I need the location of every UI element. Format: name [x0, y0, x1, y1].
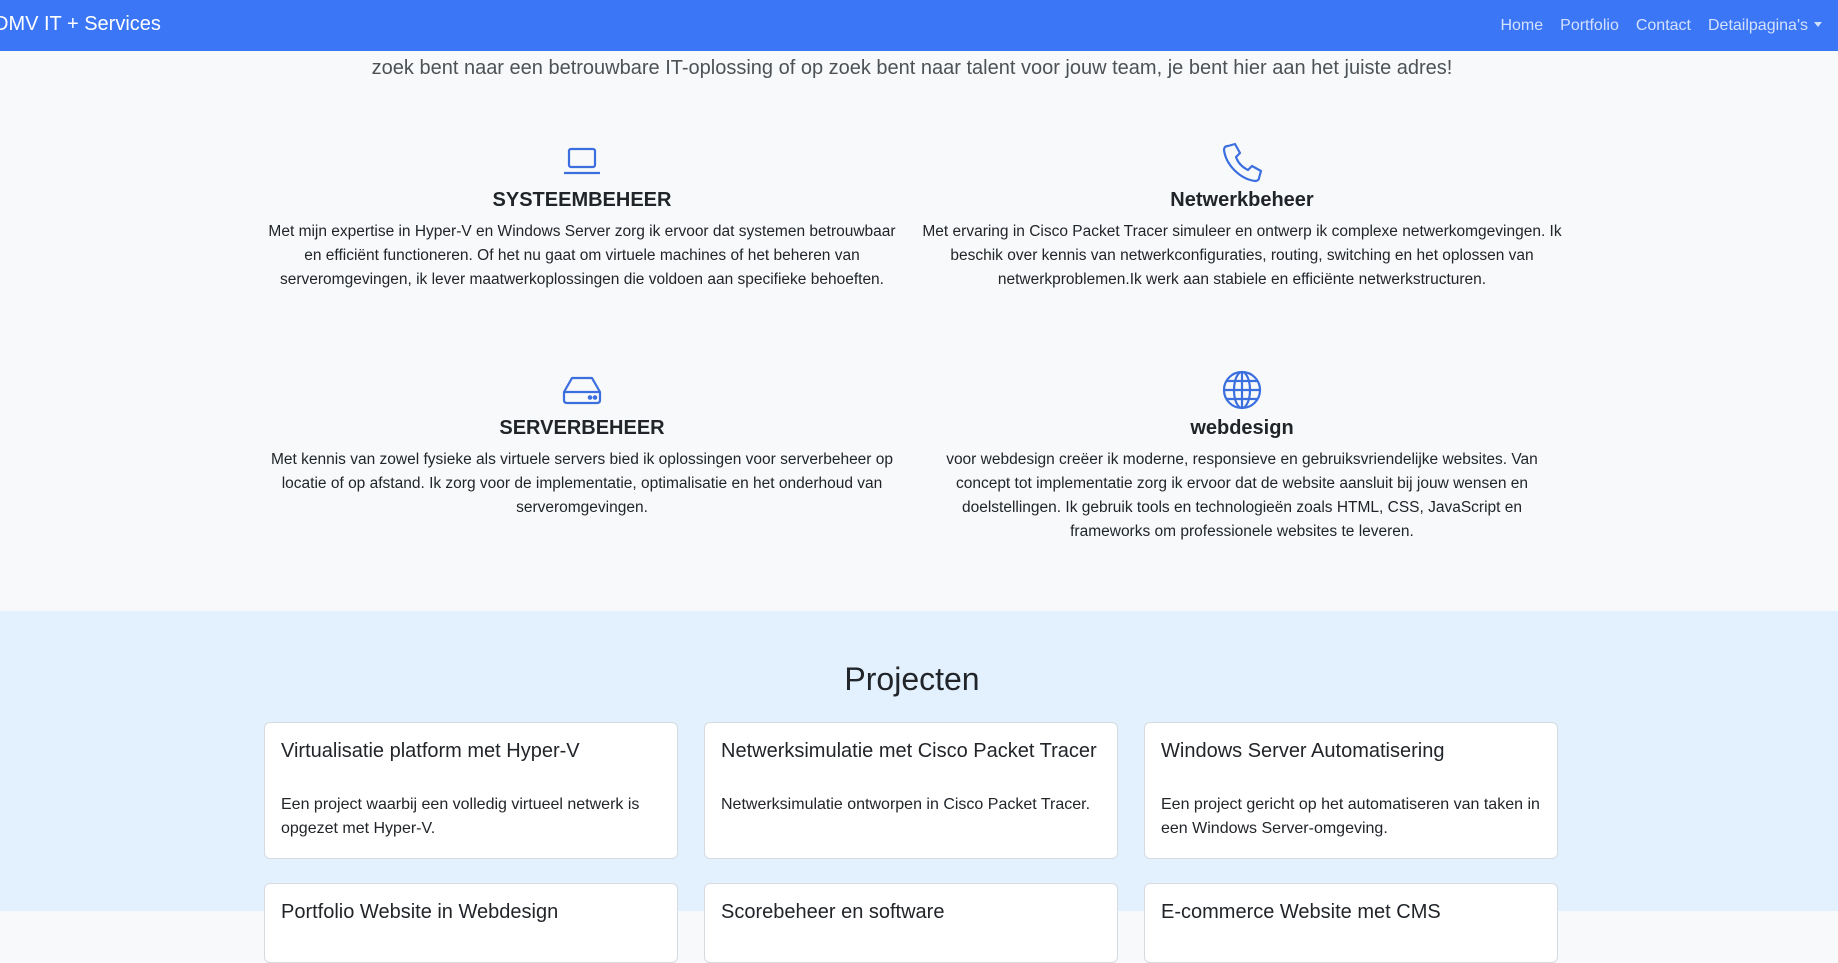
navbar: DMV IT + Services Home Portfolio Contact… [0, 0, 1838, 51]
nav-link-home[interactable]: Home [1500, 17, 1543, 35]
service-description: Met ervaring in Cisco Packet Tracer simu… [922, 223, 1562, 288]
nav-dropdown-detailpaginas[interactable]: Detailpagina's [1708, 17, 1822, 35]
service-netwerkbeheer: Netwerkbeheer Met ervaring in Cisco Pack… [922, 140, 1562, 292]
intro-text: zoek bent naar een betrouwbare IT-oploss… [371, 57, 1453, 79]
globe-icon [1222, 370, 1262, 410]
phone-icon [1222, 142, 1263, 183]
service-serverbeheer: SERVERBEHEER Met kennis van zowel fysiek… [262, 368, 902, 520]
service-title: SERVERBEHEER [499, 417, 665, 439]
nav-dropdown-label: Detailpagina's [1707, 16, 1808, 34]
project-card[interactable]: Windows Server Automatisering Een projec… [1144, 722, 1558, 859]
project-card-text: Een project waarbij een volledig virtuee… [281, 796, 640, 837]
service-description: Met mijn expertise in Hyper-V en Windows… [268, 223, 896, 288]
service-description: voor webdesign creëer ik moderne, respon… [946, 451, 1538, 540]
nav-links: Home Portfolio Contact Detailpagina's [1500, 0, 1822, 51]
projects-section: Projecten Virtualisatie platform met Hyp… [0, 611, 1838, 963]
project-card-title: Portfolio Website in Webdesign [281, 901, 559, 923]
projects-heading: Projecten [844, 661, 980, 697]
service-webdesign: webdesign voor webdesign creëer ik moder… [922, 368, 1562, 544]
service-description: Met kennis van zowel fysieke als virtuel… [270, 451, 894, 516]
project-card[interactable]: Scorebeheer en software [704, 883, 1118, 963]
project-card-title: Virtualisatie platform met Hyper-V [281, 740, 580, 762]
caret-down-icon [1814, 21, 1822, 27]
project-card[interactable]: Virtualisatie platform met Hyper-V Een p… [264, 722, 678, 859]
project-card-title: E-commerce Website met CMS [1161, 901, 1441, 923]
project-card[interactable]: E-commerce Website met CMS [1144, 883, 1558, 963]
project-card-title: Netwerksimulatie met Cisco Packet Tracer [721, 740, 1097, 762]
service-title: webdesign [1190, 417, 1294, 439]
project-card[interactable]: Netwerksimulatie met Cisco Packet Tracer… [704, 722, 1118, 859]
project-card-title: Windows Server Automatisering [1161, 740, 1445, 762]
brand-logo-text[interactable]: DMV IT + Services [0, 12, 161, 36]
project-card-title: Scorebeheer en software [721, 901, 945, 923]
hdd-icon [562, 376, 602, 405]
nav-link-contact[interactable]: Contact [1636, 17, 1691, 35]
service-systeembeheer: SYSTEEMBEHEER Met mijn expertise in Hype… [262, 140, 902, 292]
project-card-text: Een project gericht op het automatiseren… [1161, 796, 1540, 837]
laptop-icon [564, 147, 600, 175]
service-title: SYSTEEMBEHEER [492, 189, 672, 211]
project-card-text: Netwerksimulatie ontworpen in Cisco Pack… [721, 796, 1091, 813]
service-title: Netwerkbeheer [1170, 189, 1314, 211]
nav-link-portfolio[interactable]: Portfolio [1560, 17, 1619, 35]
project-card[interactable]: Portfolio Website in Webdesign [264, 883, 678, 963]
